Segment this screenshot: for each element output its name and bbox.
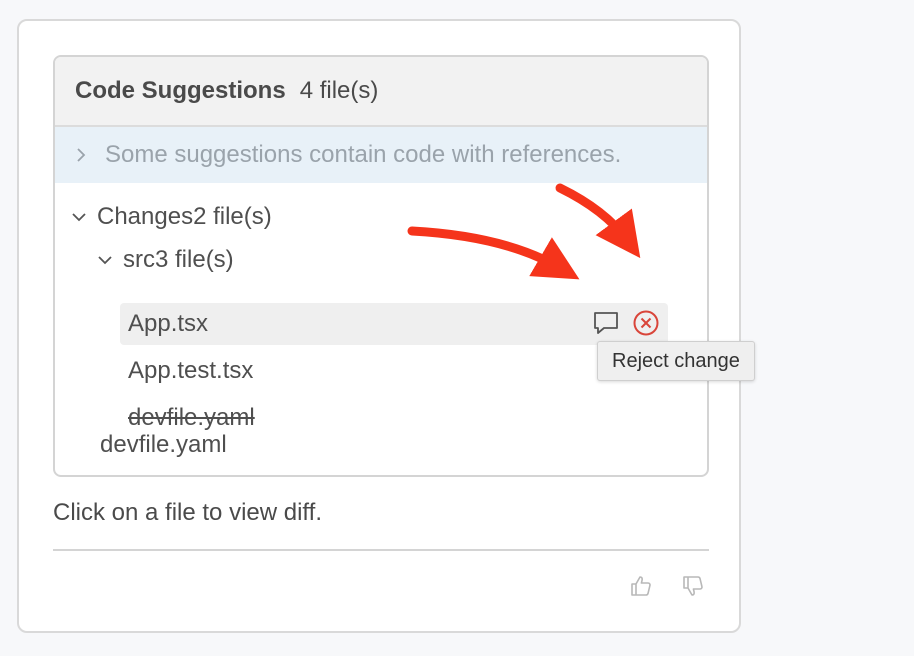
tree-folder-changes[interactable]: Changes2 file(s)	[71, 203, 272, 231]
panel-title: Code Suggestions	[75, 77, 286, 104]
file-row-devfile-yaml[interactable]: devfile.yaml	[100, 431, 227, 459]
panel-header: Code Suggestions 4 file(s)	[55, 57, 707, 127]
thumbs-up-icon[interactable]	[629, 574, 653, 598]
chevron-right-icon	[77, 148, 86, 162]
file-name: App.tsx	[128, 310, 209, 337]
folder-label-changes: Changes2 file(s)	[97, 203, 272, 230]
file-name: devfile.yaml	[128, 404, 255, 431]
file-count: 4 file(s)	[299, 77, 379, 104]
file-row-app-test-tsx[interactable]: App.test.tsx	[120, 350, 668, 392]
chevron-down-icon	[72, 213, 86, 222]
file-row-actions	[592, 309, 660, 337]
file-name: App.test.tsx	[128, 357, 254, 384]
thumbs-down-icon[interactable]	[681, 574, 705, 598]
file-row-app-tsx[interactable]: App.tsx	[120, 303, 668, 345]
feedback-buttons	[629, 574, 705, 598]
comment-icon[interactable]	[592, 309, 620, 337]
file-name: devfile.yaml	[100, 431, 227, 458]
references-text: Some suggestions contain code with refer…	[105, 141, 622, 168]
suggestions-panel: Code Suggestions 4 file(s) Some suggesti…	[53, 55, 709, 477]
divider	[53, 549, 709, 551]
reject-circle-x-icon[interactable]	[632, 309, 660, 337]
folder-label-src: src3 file(s)	[123, 246, 234, 273]
tree-folder-src[interactable]: src3 file(s)	[97, 246, 234, 274]
references-notice[interactable]: Some suggestions contain code with refer…	[55, 127, 707, 183]
reject-change-tooltip: Reject change	[597, 341, 755, 381]
chevron-down-icon	[98, 256, 112, 265]
code-suggestions-card: Code Suggestions 4 file(s) Some suggesti…	[17, 19, 741, 633]
view-diff-hint: Click on a file to view diff.	[53, 499, 323, 526]
